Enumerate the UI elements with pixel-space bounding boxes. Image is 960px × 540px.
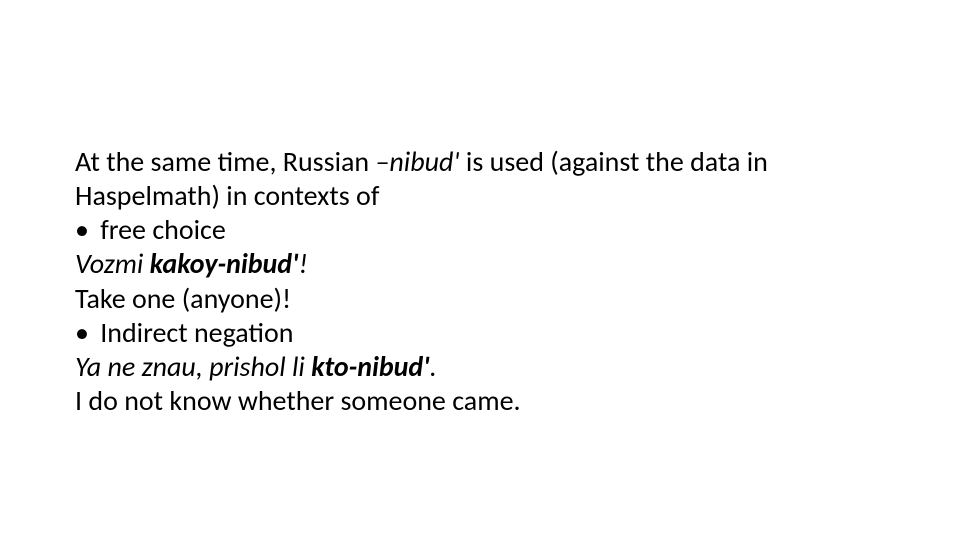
bullet-free-choice: •free choice (75, 213, 885, 247)
ex1-bold: kakoy-nibud' (150, 246, 299, 281)
intro-pre: At the same time, Russian (75, 144, 375, 179)
ex2-pre: Ya ne znau, prishol li (75, 349, 311, 384)
ex1-gloss: Take one (anyone)! (75, 281, 291, 316)
bullet-icon: • (75, 213, 100, 247)
bullet-icon: • (75, 316, 100, 350)
example1-gloss: Take one (anyone)! (75, 282, 885, 316)
bullet-indirect-negation: •Indirect negation (75, 316, 885, 350)
bullet1-text: free choice (100, 212, 226, 247)
slide: At the same time, Russian –nibud' is use… (0, 0, 960, 540)
ex1-pre: Vozmi (75, 246, 150, 281)
example2: Ya ne znau, prishol li kto-nibud'. (75, 350, 885, 384)
intro-line: At the same time, Russian –nibud' is use… (75, 145, 885, 213)
example2-gloss: I do not know whether someone came. (75, 384, 885, 418)
ex2-bold: kto-nibud' (311, 349, 430, 384)
bullet2-text: Indirect negation (100, 315, 293, 350)
ex2-gloss: I do not know whether someone came. (75, 383, 521, 418)
example1: Vozmi kakoy-nibud'! (75, 247, 885, 281)
ex1-post: ! (299, 246, 308, 281)
body-text: At the same time, Russian –nibud' is use… (75, 145, 885, 418)
intro-term: –nibud' (375, 144, 459, 179)
ex2-post: . (430, 349, 437, 384)
